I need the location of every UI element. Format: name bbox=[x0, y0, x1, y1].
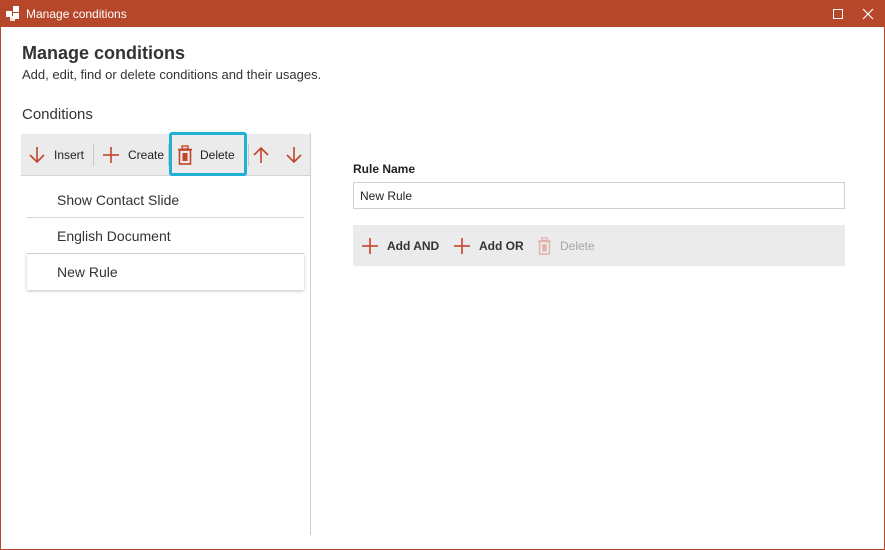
conditions-list: Show Contact Slide English Document New … bbox=[27, 182, 304, 290]
conditions-toolbar: Insert Create Delete bbox=[21, 134, 310, 176]
move-down-button[interactable] bbox=[284, 134, 304, 176]
list-item[interactable]: English Document bbox=[27, 218, 304, 254]
panel-divider bbox=[310, 133, 311, 535]
rule-delete-button[interactable]: Delete bbox=[537, 225, 595, 266]
list-item[interactable]: Show Contact Slide bbox=[27, 182, 304, 218]
close-icon bbox=[862, 8, 874, 20]
add-and-label: Add AND bbox=[387, 238, 440, 253]
delete-button-highlight bbox=[169, 132, 247, 176]
insert-label: Insert bbox=[54, 148, 85, 162]
conditions-section-label: Conditions bbox=[22, 106, 93, 123]
trash-icon bbox=[538, 236, 551, 255]
plus-icon bbox=[454, 237, 470, 254]
toolbar-separator bbox=[93, 144, 94, 166]
create-button[interactable]: Create bbox=[101, 134, 164, 176]
plus-icon bbox=[362, 237, 378, 254]
list-item-selected[interactable]: New Rule bbox=[27, 254, 304, 290]
app-icon bbox=[6, 6, 22, 22]
insert-button[interactable]: Insert bbox=[27, 134, 84, 176]
title-bar: Manage conditions bbox=[1, 1, 884, 27]
maximize-icon bbox=[833, 9, 843, 19]
arrow-up-icon bbox=[253, 146, 269, 163]
arrow-down-icon bbox=[286, 147, 302, 164]
add-or-button[interactable]: Add OR bbox=[453, 225, 524, 266]
rule-delete-label: Delete bbox=[560, 238, 595, 253]
close-button[interactable] bbox=[852, 1, 884, 27]
rule-name-label: Rule Name bbox=[353, 162, 416, 176]
manage-conditions-window: Manage conditions Manage conditions Add,… bbox=[0, 0, 885, 550]
arrow-down-icon bbox=[29, 147, 45, 164]
plus-icon bbox=[103, 147, 119, 163]
maximize-button[interactable] bbox=[824, 1, 852, 27]
rule-actions-bar: Add AND Add OR Delete bbox=[353, 225, 845, 266]
move-up-button[interactable] bbox=[251, 134, 271, 176]
window-title: Manage conditions bbox=[26, 7, 127, 21]
rule-name-input[interactable] bbox=[353, 182, 845, 209]
add-and-button[interactable]: Add AND bbox=[361, 225, 439, 266]
add-or-label: Add OR bbox=[479, 238, 524, 253]
page-subtitle: Add, edit, find or delete conditions and… bbox=[22, 67, 322, 82]
page-title: Manage conditions bbox=[22, 43, 186, 63]
create-label: Create bbox=[128, 148, 165, 162]
toolbar-separator bbox=[248, 144, 249, 166]
